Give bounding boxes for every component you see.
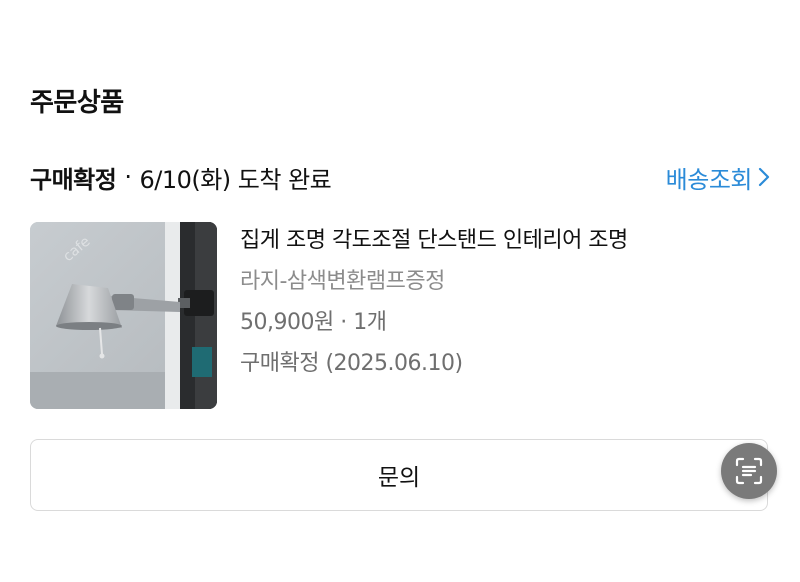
clamp-lamp-photo: cafe — [30, 222, 217, 409]
product-price-quantity: 50,900원 · 1개 — [240, 310, 387, 335]
track-delivery-label: 배송조회 — [665, 165, 753, 194]
product-option: 라지-삼색변환램프증정 — [240, 269, 445, 294]
inquiry-button-label: 문의 — [377, 465, 421, 491]
inquiry-button[interactable]: 문의 — [30, 439, 768, 511]
purchase-confirm-status: 구매확정 (2025.06.10) — [240, 351, 463, 376]
product-name[interactable]: 집게 조명 각도조절 단스탠드 인테리어 조명 — [240, 224, 628, 265]
order-status: 구매확정 · 6/10(화) 도착 완료 — [30, 160, 332, 195]
product-image[interactable]: cafe — [30, 222, 217, 409]
track-delivery-link[interactable]: 배송조회 — [666, 160, 770, 195]
product-info: 집게 조명 각도조절 단스탠드 인테리어 조명 라지-삼색변환램프증정 50,9… — [240, 224, 628, 388]
text-scan-icon — [735, 457, 763, 485]
status-separator: · — [124, 163, 132, 191]
section-title: 주문상품 — [30, 88, 124, 118]
chevron-right-icon — [758, 167, 770, 187]
purchase-status-label: 구매확정 — [30, 165, 117, 194]
order-status-row: 구매확정 · 6/10(화) 도착 완료 배송조회 — [30, 160, 770, 194]
delivery-info: 6/10(화) 도착 완료 — [139, 165, 332, 194]
text-scan-button[interactable] — [721, 443, 777, 499]
